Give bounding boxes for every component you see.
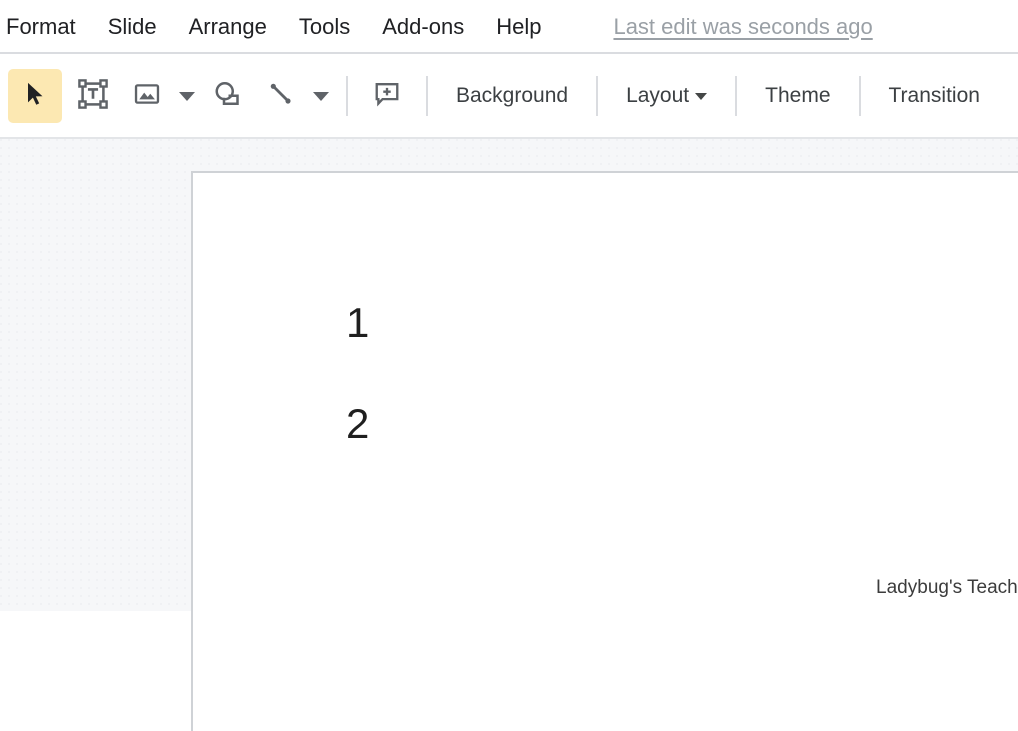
shape-icon <box>212 79 242 114</box>
background-button-label: Background <box>456 84 569 107</box>
line-dropdown-button[interactable] <box>308 69 334 123</box>
menu-item-slide[interactable]: Slide <box>108 15 157 38</box>
text-box-tool-button[interactable] <box>66 69 120 123</box>
chevron-down-icon <box>313 91 329 101</box>
menu-bar: Format Slide Arrange Tools Add-ons Help … <box>0 0 1018 53</box>
layout-button[interactable]: Layout <box>610 69 723 123</box>
add-comment-icon <box>373 80 401 113</box>
slide-watermark: Ladybug's Teacher Files <box>876 577 1018 598</box>
slide-text-item-1[interactable]: 1 <box>346 302 369 344</box>
toolbar-divider <box>426 76 428 116</box>
menu-item-addons[interactable]: Add-ons <box>382 15 464 38</box>
insert-image-tool-button[interactable] <box>120 69 174 123</box>
menu-item-arrange[interactable]: Arrange <box>189 15 267 38</box>
theme-button[interactable]: Theme <box>749 69 846 123</box>
insert-image-dropdown-button[interactable] <box>174 69 200 123</box>
select-cursor-icon <box>21 80 49 113</box>
insert-image-icon <box>133 80 161 113</box>
chevron-down-icon <box>695 92 708 100</box>
toolbar-divider <box>735 76 738 116</box>
layout-button-label: Layout <box>626 84 690 107</box>
select-cursor-tool-button[interactable] <box>8 69 62 123</box>
menu-item-format[interactable]: Format <box>6 15 76 38</box>
transition-button-label: Transition <box>888 84 980 107</box>
slide-text-item-2[interactable]: 2 <box>346 403 369 445</box>
shape-tool-button[interactable] <box>200 69 254 123</box>
menu-item-help[interactable]: Help <box>496 15 541 38</box>
slide-canvas[interactable]: 1 2 Ladybug's Teacher Files <box>191 171 1018 731</box>
toolbar-divider <box>596 76 599 116</box>
theme-button-label: Theme <box>765 84 831 107</box>
add-comment-button[interactable] <box>360 69 414 123</box>
background-button[interactable]: Background <box>440 69 584 123</box>
transition-button[interactable]: Transition <box>873 69 996 123</box>
last-edit-status[interactable]: Last edit was seconds ago <box>613 14 872 40</box>
menu-item-tools[interactable]: Tools <box>299 15 350 38</box>
text-box-icon <box>77 78 109 115</box>
line-icon <box>267 80 295 113</box>
line-tool-button[interactable] <box>254 69 308 123</box>
chevron-down-icon <box>179 91 195 101</box>
toolbar-divider <box>858 76 861 116</box>
toolbar: Background Layout Theme Transition <box>0 54 1018 138</box>
toolbar-divider <box>346 76 348 116</box>
